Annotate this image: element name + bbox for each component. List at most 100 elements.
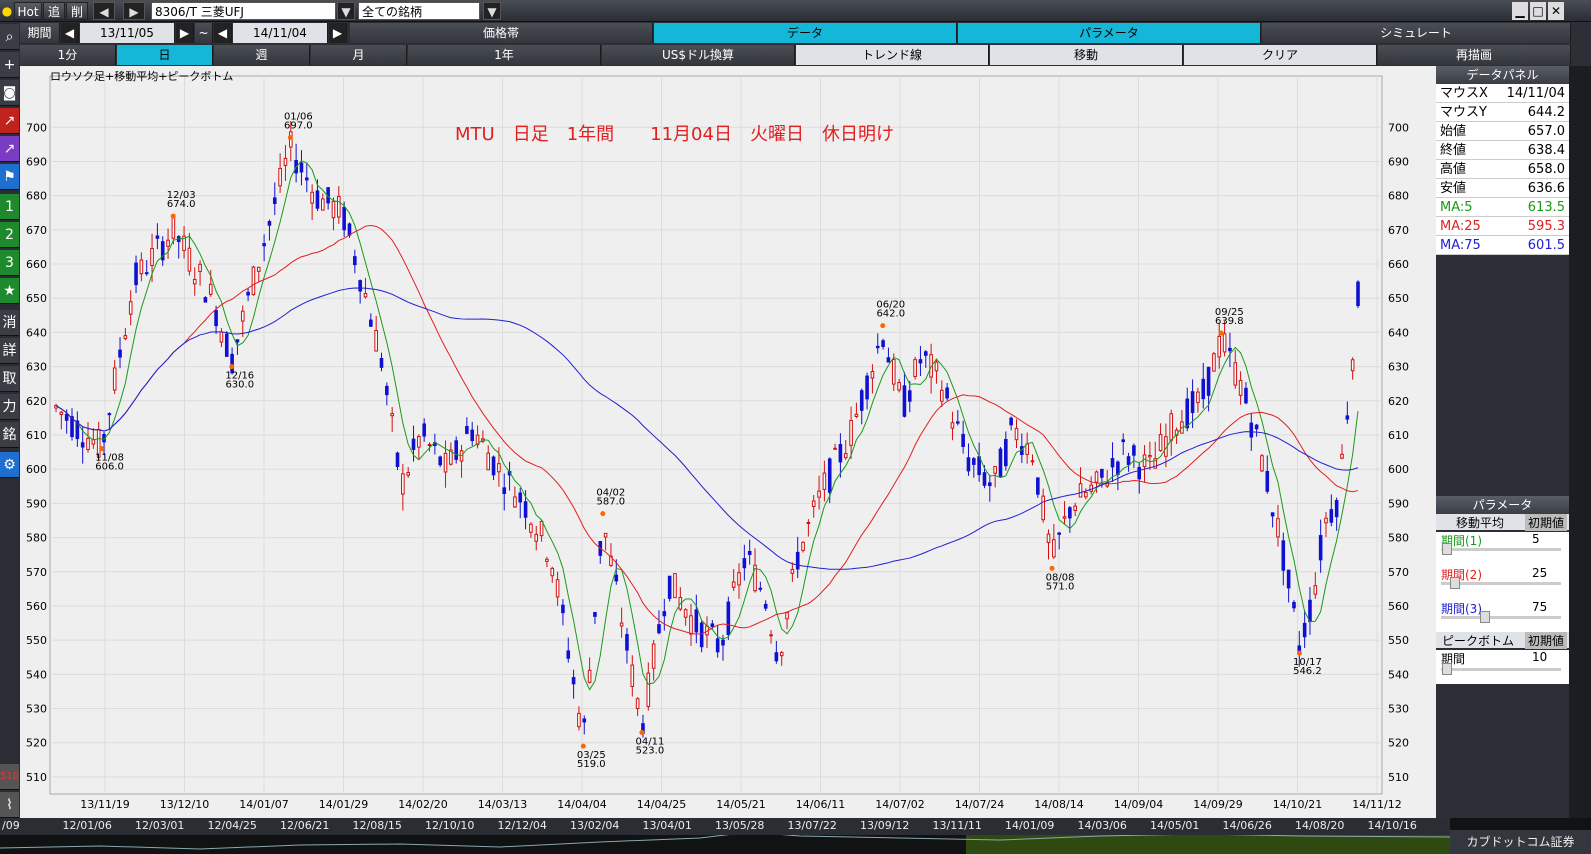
candle-body [913,359,917,377]
tab-data[interactable]: データ [654,23,957,43]
layout-2-icon[interactable]: 2 [0,222,19,248]
y-tick-label-right: 510 [1388,771,1409,784]
candle-body [1244,387,1248,404]
candle-body [272,197,277,204]
crosshair-icon[interactable]: + [0,52,19,78]
candle-body [1089,484,1093,492]
move-button[interactable]: 移動 [990,45,1183,65]
slider-2-handle[interactable] [1450,577,1460,589]
candle-body [1116,461,1120,475]
redraw-button[interactable]: 再描画 [1378,45,1571,65]
candle-body [1068,507,1072,519]
tab-1min[interactable]: 1分 [20,45,116,65]
hot-button[interactable]: Hot [14,2,42,20]
slider-pb[interactable] [1441,668,1561,671]
maximize-icon[interactable]: □ [1530,2,1546,20]
symbol-field[interactable]: 8306/T 三菱UFJ [151,2,336,20]
candle-body [1217,335,1222,358]
x-tick-label: 14/06/11 [796,798,845,811]
sidebar-item-detail[interactable]: 詳 [0,338,19,364]
date-to-next-icon[interactable]: ▶ [329,23,347,43]
search-icon[interactable]: ⌕ [0,24,19,50]
sidebar-item-trade[interactable]: 取 [0,366,19,392]
date-from-field[interactable]: 13/11/05 [80,23,175,43]
star-icon[interactable]: ★ [0,278,19,304]
right-panel: データパネル マウスX 14/11/04 マウスY 644.2 始値 657.0 終値… [1436,66,1569,818]
date-to-prev-icon[interactable]: ◀ [214,23,232,43]
x-tick-label: 14/01/07 [239,798,288,811]
flag-icon[interactable]: ⚑ [0,164,19,190]
add-button[interactable]: 追 [43,2,65,20]
pb-period-value[interactable]: 10 [1532,650,1547,664]
slider-1[interactable] [1441,548,1561,551]
tab-day[interactable]: 日 [117,45,213,65]
universe-dropdown-icon[interactable]: ▼ [483,2,501,20]
gear-icon[interactable]: ⚙ [0,452,19,478]
slider-3[interactable] [1441,616,1561,619]
x-tick-label: 14/09/29 [1193,798,1242,811]
x-tick-label: 14/03/13 [478,798,527,811]
ma-period3-value[interactable]: 75 [1532,600,1547,614]
mini-chart2-icon[interactable]: ⌇ [0,792,19,818]
candle-body [972,458,976,465]
usd-button[interactable]: US$ドル換算 [602,45,795,65]
chart-area[interactable]: 510 510 520 520 530 530 540 540 550 550 560 560 570 5… [20,66,1436,818]
candle-body [870,371,875,379]
low-row: 安値 636.6 [1436,179,1569,198]
date-from-prev-icon[interactable]: ◀ [61,23,79,43]
candle-body [1334,499,1339,518]
y-tick-label-left: 560 [26,600,47,613]
tab-price-band[interactable]: 価格帯 [350,23,653,43]
tab-1year[interactable]: 1年 [408,45,601,65]
layout-1-icon[interactable]: 1 [0,194,19,220]
camera-icon[interactable]: ◙ [0,80,19,106]
next-icon[interactable]: ▶ [123,2,145,20]
slider-3-handle[interactable] [1480,611,1490,623]
tab-parameter[interactable]: パラメータ [958,23,1261,43]
candle-body [1228,347,1232,352]
candle-body [337,195,341,218]
candle-body [811,500,816,507]
bottom-date-label: 14/01/09 [1005,819,1055,832]
ma-period2-value[interactable]: 25 [1532,566,1547,580]
prev-icon[interactable]: ◀ [93,2,115,20]
tab-simulate[interactable]: シミュレート [1262,23,1571,43]
candlestick-chart[interactable]: 510 510 520 520 530 530 540 540 550 550 560 560 570 5… [20,66,1436,818]
chart-icon[interactable]: ↗ [0,136,19,162]
mini-chart-icon[interactable]: 510 [0,764,19,790]
tab-month[interactable]: 月 [311,45,407,65]
layout-3-icon[interactable]: 3 [0,250,19,276]
slider-pb-handle[interactable] [1442,663,1452,675]
tab-week[interactable]: 週 [214,45,310,65]
close-icon[interactable]: ✕ [1548,2,1564,20]
pb-init-button[interactable]: 初期値 [1524,632,1567,649]
candle-body [385,385,389,396]
candle-body [422,423,426,437]
sidebar-item-symbol[interactable]: 銘 [0,422,19,448]
candle-body [353,256,357,266]
delete-button[interactable]: 削 [66,2,88,20]
clear-button[interactable]: クリア [1184,45,1377,65]
universe-field[interactable]: 全ての銘柄 [358,2,480,20]
candle-body [561,604,565,614]
candle-body [747,550,752,555]
bulb-icon[interactable]: ● [0,2,14,20]
candle-body [950,422,955,429]
symbol-dropdown-icon[interactable]: ▼ [337,2,355,20]
sidebar-item-erase[interactable]: 消 [0,310,19,336]
candle-body [1286,569,1291,589]
top-toolbar: ● Hot 追 削 ◀ ▶ 8306/T 三菱UFJ ▼ 全ての銘柄 ▼ ▁ □… [0,0,1591,22]
date-to-field[interactable]: 14/11/04 [233,23,328,43]
minimize-icon[interactable]: ▁ [1512,2,1528,20]
trend-button[interactable]: トレンド線 [796,45,989,65]
candle-body [1041,495,1045,521]
vertical-scrollbar[interactable] [1569,66,1591,818]
ma-period1-value[interactable]: 5 [1532,532,1540,546]
line-icon[interactable]: ↗ [0,108,19,134]
candle-body [785,612,789,620]
sidebar-item-input[interactable]: 力 [0,394,19,420]
date-from-next-icon[interactable]: ▶ [176,23,194,43]
slider-1-handle[interactable] [1442,543,1452,555]
candle-body [1302,622,1307,638]
ma-init-button[interactable]: 初期値 [1524,514,1567,531]
